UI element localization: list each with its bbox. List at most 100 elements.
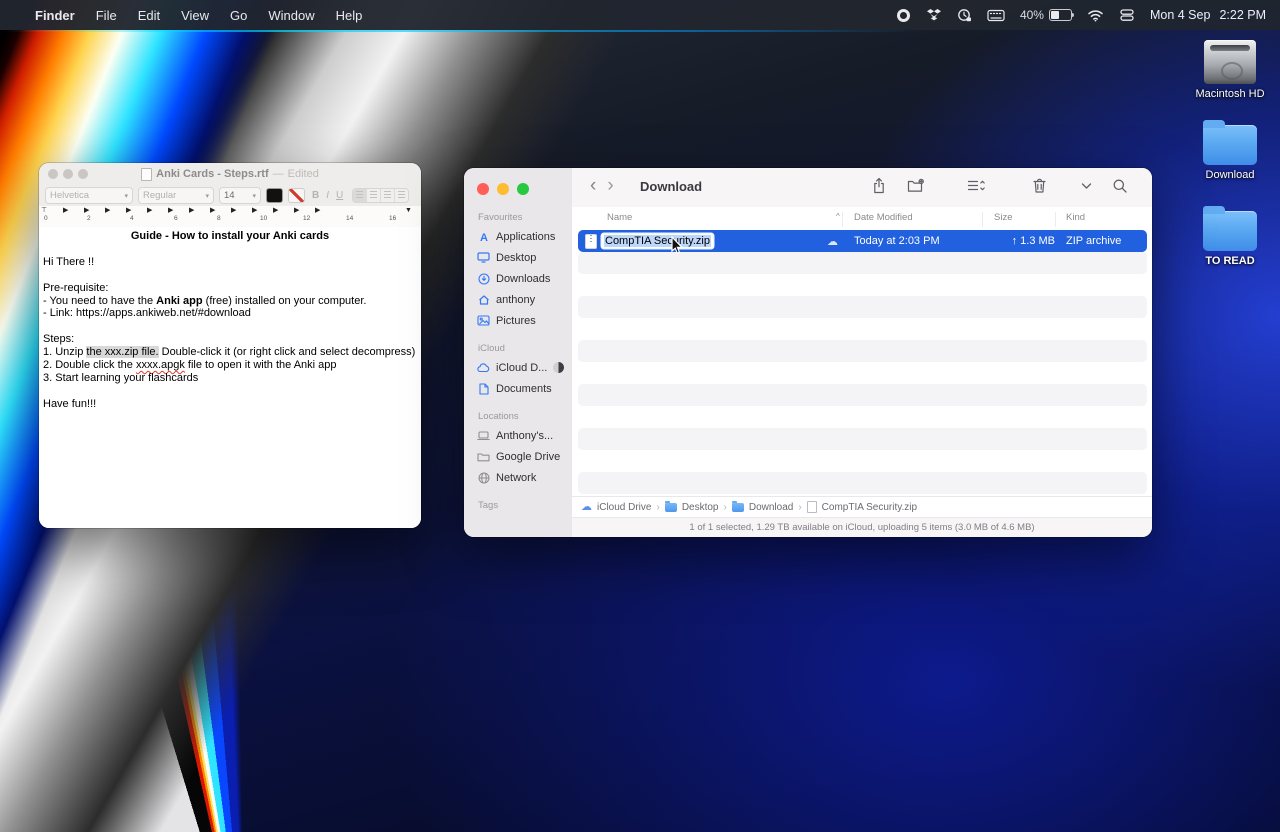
ruler-label: 2 [87,215,91,222]
document-icon [477,382,490,395]
menu-bar-clock[interactable]: Mon 4 Sep 2:22 PM [1150,8,1266,22]
minimize-button[interactable] [497,183,509,195]
sidebar-item-google-drive[interactable]: Google Drive [471,446,565,467]
textedit-window: Anki Cards - Steps.rtf — Edited Helvetic… [39,163,421,528]
column-header-kind[interactable]: Kind [1066,212,1085,223]
filename-edit-field[interactable]: CompTIA Security.zip [602,234,713,248]
background-color-swatch[interactable] [288,188,305,203]
zoom-button[interactable] [517,183,529,195]
doc-prereq-heading: Pre-requisite: [43,281,109,294]
sidebar-item-anthony[interactable]: anthony [471,289,565,310]
file-list[interactable]: CompTIA Security.zip ☁ Today at 2:03 PM … [572,228,1152,496]
empty-row-stripe [578,384,1147,406]
column-header-size[interactable]: Size [994,212,1012,223]
desktop-icon-to-read[interactable]: TO READ [1188,206,1272,267]
share-button[interactable] [861,177,897,194]
view-options-button[interactable] [957,178,996,193]
column-header-date-modified[interactable]: Date Modified [854,212,913,223]
document-proxy-icon[interactable] [141,167,153,181]
downloads-icon [477,272,490,285]
minimize-button[interactable] [63,169,73,179]
sidebar-item-label: Documents [496,382,552,395]
menu-item-help[interactable]: Help [336,8,363,23]
sidebar-item-documents[interactable]: Documents [471,378,565,399]
alignment-buttons[interactable] [352,188,410,203]
new-folder-button[interactable] [897,178,935,194]
doc-prereq-item1: - You need to have the Anki app (free) i… [43,294,367,307]
finder-sidebar: Favourites A Applications Desktop Downlo… [464,168,573,537]
menu-item-edit[interactable]: Edit [138,8,160,23]
sidebar-item-anthonys-mac[interactable]: Anthony's... [471,425,565,446]
wallpaper-cyan-line [0,30,920,32]
italic-button[interactable]: I [326,190,329,201]
wifi-icon[interactable] [1087,9,1104,22]
zip-file-icon [806,501,817,513]
dropbox-icon[interactable] [926,8,942,22]
sidebar-item-label: Network [496,471,537,484]
align-right-icon[interactable] [381,189,396,202]
path-separator: › [723,501,727,513]
align-left-icon[interactable] [353,189,368,202]
finder-window: Favourites A Applications Desktop Downlo… [464,168,1152,537]
font-size-value: 14 [224,190,235,201]
font-size-select[interactable]: 14 ▾ [219,187,261,204]
finder-toolbar[interactable]: ‹ › Download [572,168,1152,208]
textedit-titlebar[interactable]: Anki Cards - Steps.rtf — Edited [39,163,421,185]
close-button[interactable] [48,169,58,179]
icloud-sync-progress-icon [553,362,565,373]
text-color-swatch[interactable] [266,188,283,203]
align-justify-icon[interactable] [395,189,409,202]
menu-item-finder[interactable]: Finder [35,8,75,23]
path-item-download[interactable]: Download [749,502,793,513]
document-text-area[interactable]: Guide - How to install your Anki cards H… [39,227,421,528]
tab-stop-icon: ▶ [231,207,237,214]
menu-item-go[interactable]: Go [230,8,247,23]
font-family-select[interactable]: Helvetica ▾ [45,187,133,204]
sidebar-item-icloud-drive[interactable]: iCloud D... [471,357,565,378]
font-family-value: Helvetica [50,190,90,201]
stack-icon[interactable] [1119,8,1135,22]
clock-lock-icon[interactable] [957,8,972,23]
bold-button[interactable]: B [312,190,319,201]
sidebar-item-downloads[interactable]: Downloads [471,268,565,289]
keyboard-icon[interactable] [987,9,1005,22]
title-separator: — [272,168,284,180]
sidebar-item-pictures[interactable]: Pictures [471,310,565,331]
more-options-button[interactable] [1071,182,1102,190]
path-item-desktop[interactable]: Desktop [682,502,719,513]
path-item-icloud-drive[interactable]: iCloud Drive [597,502,651,513]
close-button[interactable] [477,183,489,195]
tab-stops[interactable]: ⊤ ▶ ▶ ▶ ▶ ▶ ▶ ▶ ▶ ▶ ▶ ▶ ▶ ▶ ▼ [39,206,421,216]
menu-bar: Finder File Edit View Go Window Help 40%… [0,0,1280,30]
menu-item-view[interactable]: View [181,8,209,23]
back-button[interactable]: ‹ [590,175,596,197]
search-button[interactable] [1102,178,1138,194]
record-circle-icon[interactable] [896,8,911,23]
desktop-icon-label: Macintosh HD [1195,88,1265,100]
sidebar-item-label: Anthony's... [496,429,554,442]
path-item-file[interactable]: CompTIA Security.zip [822,502,917,513]
zoom-button[interactable] [78,169,88,179]
sidebar-item-desktop[interactable]: Desktop [471,247,565,268]
sort-ascending-icon: ^ [836,212,840,221]
trash-button[interactable] [1022,177,1057,194]
sidebar-item-label: Google Drive [496,450,561,463]
edited-badge: Edited [287,168,319,180]
menu-item-window[interactable]: Window [268,8,314,23]
menu-item-file[interactable]: File [96,8,117,23]
battery-indicator[interactable]: 40% [1020,8,1074,22]
forward-button[interactable]: › [607,175,613,197]
sidebar-item-network[interactable]: Network [471,467,565,488]
desktop-icon-download[interactable]: Download [1188,120,1272,181]
ruler[interactable]: ⊤ ▶ ▶ ▶ ▶ ▶ ▶ ▶ ▶ ▶ ▶ ▶ ▶ ▶ ▼ 0 2 4 6 8 … [39,206,421,228]
sidebar-item-applications[interactable]: A Applications [471,226,565,247]
filename-text: CompTIA Security.zip [604,235,711,247]
align-center-icon[interactable] [367,189,382,202]
finder-window-title: Download [640,179,703,194]
doc-greeting: Hi There !! [43,255,95,268]
desktop-icon-macintosh-hd[interactable]: Macintosh HD [1188,40,1272,100]
column-header-name[interactable]: Name [607,212,632,223]
font-style-select[interactable]: Regular ▾ [138,187,214,204]
underline-button[interactable]: U [336,190,343,201]
file-row-selected[interactable]: CompTIA Security.zip ☁ Today at 2:03 PM … [578,230,1147,252]
